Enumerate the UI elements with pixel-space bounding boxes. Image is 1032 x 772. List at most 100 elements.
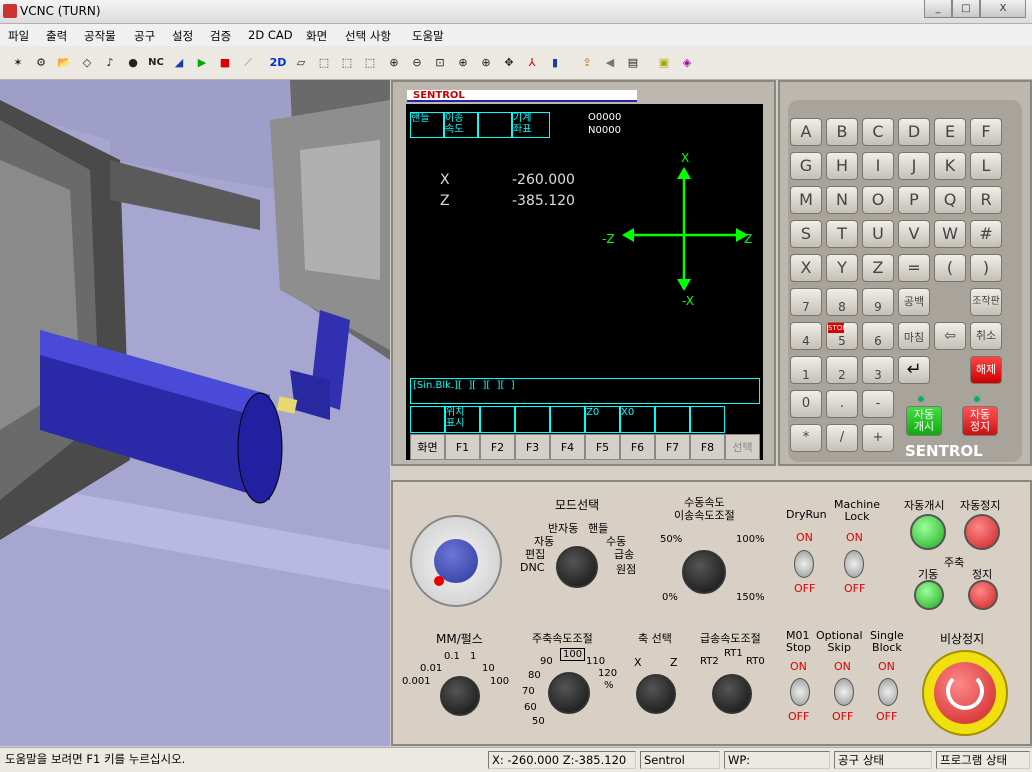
key-y[interactable]: Y [826, 254, 858, 282]
key-t[interactable]: T [826, 220, 858, 248]
menu-verify[interactable]: 검증 [210, 28, 231, 44]
key-i[interactable]: I [862, 152, 894, 180]
view-top-icon[interactable]: ⬚ [337, 53, 357, 73]
zoom-fit-icon[interactable]: ⊡ [430, 53, 450, 73]
play-icon[interactable]: ▶ [192, 53, 212, 73]
softkey-f7[interactable]: F7 [655, 434, 690, 460]
key-e[interactable]: E [934, 118, 966, 146]
softkey-f4[interactable]: F4 [550, 434, 585, 460]
zoom-out-icon[interactable]: ⊖ [407, 53, 427, 73]
key-u[interactable]: U [862, 220, 894, 248]
menu-file[interactable]: 파일 [8, 28, 29, 44]
gear-icon[interactable]: ⚙ [31, 53, 51, 73]
key-w[interactable]: W [934, 220, 966, 248]
rapid-knob[interactable] [712, 674, 752, 714]
softkey-f1[interactable]: F1 [445, 434, 480, 460]
pan-icon[interactable]: ✥ [499, 53, 519, 73]
key-j[interactable]: J [898, 152, 930, 180]
key-z[interactable]: Z [862, 254, 894, 282]
view-front-icon[interactable]: ▱ [291, 53, 311, 73]
key-3[interactable]: 3 [862, 356, 894, 384]
zoom-all-icon[interactable]: ⊕ [476, 53, 496, 73]
key-p[interactable]: P [898, 186, 930, 214]
key-operate-panel[interactable]: 조작판 [970, 288, 1002, 316]
key-h[interactable]: H [826, 152, 858, 180]
key-rparen[interactable]: ) [970, 254, 1002, 282]
axis-icon[interactable]: ⅄ [522, 53, 542, 73]
key-l[interactable]: L [970, 152, 1002, 180]
color-icon[interactable]: ▮ [545, 53, 565, 73]
mm-pulse-knob[interactable] [440, 676, 480, 716]
key-2[interactable]: 2 [826, 356, 858, 384]
dryrun-toggle[interactable] [794, 550, 814, 578]
enter-icon[interactable]: ↵ [898, 356, 930, 384]
machine-lock-toggle[interactable] [844, 550, 864, 578]
key-reset[interactable]: 해제 [970, 356, 1002, 384]
menu-view[interactable]: 화면 [306, 28, 327, 44]
key-b[interactable]: B [826, 118, 858, 146]
key-8[interactable]: 8 [826, 288, 858, 316]
key-hash[interactable]: # [970, 220, 1002, 248]
eraser-icon[interactable]: ◇ [77, 53, 97, 73]
key-1[interactable]: 1 [790, 356, 822, 384]
single-block-toggle[interactable] [878, 678, 898, 706]
simulation-3d-view[interactable] [0, 80, 390, 746]
key-c[interactable]: C [862, 118, 894, 146]
close-button[interactable]: X [980, 0, 1026, 18]
tool-icon[interactable]: ♪ [100, 53, 120, 73]
softkey-f3[interactable]: F3 [515, 434, 550, 460]
key-minus[interactable]: - [862, 390, 894, 418]
key-r[interactable]: R [970, 186, 1002, 214]
key-equals[interactable]: = [898, 254, 930, 282]
key-dot[interactable]: . [826, 390, 858, 418]
key-0[interactable]: 0 [790, 390, 822, 418]
feed-override-knob[interactable] [682, 550, 726, 594]
key-g[interactable]: G [790, 152, 822, 180]
menu-2dcad[interactable]: 2D CAD [248, 28, 293, 42]
export-icon[interactable]: ⇪ [577, 53, 597, 73]
notes-icon[interactable]: ▣ [654, 53, 674, 73]
key-k[interactable]: K [934, 152, 966, 180]
softkey-screen[interactable]: 화면 [410, 434, 445, 460]
key-space[interactable]: 공백 [898, 288, 930, 316]
menu-workpiece[interactable]: 공작물 [84, 28, 116, 44]
softkey-f8[interactable]: F8 [690, 434, 725, 460]
key-cancel[interactable]: 취소 [970, 322, 1002, 350]
key-m[interactable]: M [790, 186, 822, 214]
backspace-icon[interactable]: ⇦ [934, 322, 966, 350]
optional-skip-toggle[interactable] [834, 678, 854, 706]
minimize-button[interactable]: _ [924, 0, 952, 18]
mode-select-knob[interactable] [556, 546, 598, 588]
menu-output[interactable]: 출력 [46, 28, 67, 44]
key-d[interactable]: D [898, 118, 930, 146]
key-multiply[interactable]: * [790, 424, 822, 452]
key-f[interactable]: F [970, 118, 1002, 146]
view-2d-button[interactable]: 2D [268, 53, 288, 73]
auto-start-button[interactable] [910, 514, 946, 550]
menu-tool[interactable]: 공구 [134, 28, 155, 44]
key-a[interactable]: A [790, 118, 822, 146]
nc-button[interactable]: NC [146, 53, 166, 73]
softkey-select[interactable]: 선택 [725, 434, 760, 460]
zoom-in-icon[interactable]: ⊕ [384, 53, 404, 73]
menu-help[interactable]: 도움말 [412, 28, 444, 44]
key-6[interactable]: 6 [862, 322, 894, 350]
machine-icon[interactable]: ◢ [169, 53, 189, 73]
key-v[interactable]: V [898, 220, 930, 248]
key-x[interactable]: X [790, 254, 822, 282]
magic-wand-icon[interactable]: ✶ [8, 53, 28, 73]
open-folder-icon[interactable]: 📂 [54, 53, 74, 73]
ruler-icon[interactable]: ⟋ [238, 53, 258, 73]
key-s[interactable]: S [790, 220, 822, 248]
key-n[interactable]: N [826, 186, 858, 214]
key-lparen[interactable]: ( [934, 254, 966, 282]
spindle-start-button[interactable] [914, 580, 944, 610]
m01-toggle[interactable] [790, 678, 810, 706]
menu-options[interactable]: 선택 사항 [345, 28, 391, 44]
softkey-f2[interactable]: F2 [480, 434, 515, 460]
keypad-auto-start[interactable]: 자동 개시 [906, 406, 942, 436]
view-side-icon[interactable]: ⬚ [360, 53, 380, 73]
axis-select-knob[interactable] [636, 674, 676, 714]
key-plus[interactable]: + [862, 424, 894, 452]
key-4[interactable]: 4 [790, 322, 822, 350]
